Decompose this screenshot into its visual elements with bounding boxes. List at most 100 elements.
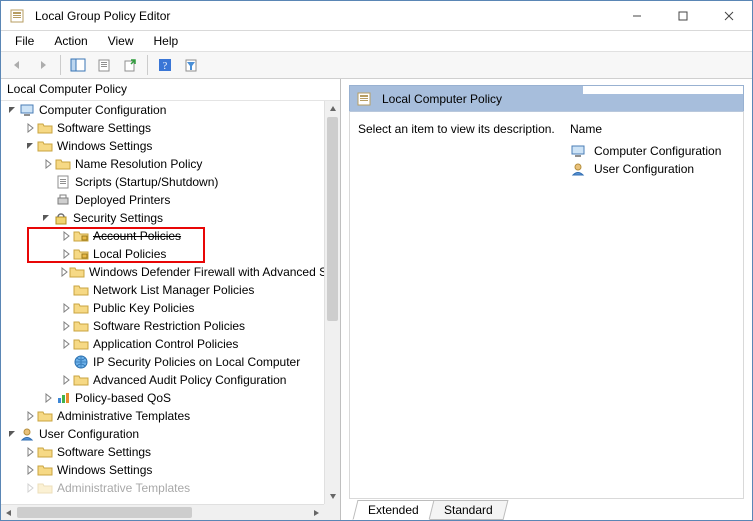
tree-node-qos[interactable]: Policy-based QoS — [39, 389, 324, 407]
user-icon — [19, 426, 35, 442]
tree-label: Local Policies — [93, 247, 166, 261]
expander-closed-icon[interactable] — [41, 157, 55, 171]
tree-label: Administrative Templates — [57, 481, 190, 495]
tree-label: Computer Configuration — [39, 103, 166, 117]
window-title: Local Group Policy Editor — [35, 9, 170, 23]
tree-node-windows-settings[interactable]: Windows Settings — [21, 137, 324, 155]
tree-label: Windows Settings — [57, 463, 152, 477]
expander-closed-icon[interactable] — [59, 337, 73, 351]
tab-extended[interactable]: Extended — [353, 500, 435, 520]
toolbar: ? — [1, 51, 752, 79]
tree-label: Deployed Printers — [75, 193, 170, 207]
tree-node-local-policies[interactable]: Local Policies — [57, 245, 324, 263]
back-button[interactable] — [5, 54, 29, 76]
maximize-button[interactable] — [660, 1, 706, 30]
menu-action[interactable]: Action — [46, 32, 95, 50]
expander-open-icon[interactable] — [5, 427, 19, 441]
tree-node-name-resolution-policy[interactable]: Name Resolution Policy — [39, 155, 324, 173]
tree-node-scripts[interactable]: Scripts (Startup/Shutdown) — [39, 173, 324, 191]
close-button[interactable] — [706, 1, 752, 30]
export-list-button[interactable] — [118, 54, 142, 76]
help-button[interactable]: ? — [153, 54, 177, 76]
tree-label: IP Security Policies on Local Computer — [93, 355, 300, 369]
details-title: Local Computer Policy — [382, 92, 502, 106]
spacer — [41, 193, 55, 207]
list-item-label: User Configuration — [594, 162, 694, 176]
folder-icon — [37, 138, 53, 154]
scroll-left-icon[interactable] — [1, 505, 17, 520]
tree-node-computer-configuration[interactable]: Computer Configuration — [3, 101, 324, 119]
scroll-right-icon[interactable] — [308, 505, 324, 520]
forward-button[interactable] — [31, 54, 55, 76]
details-pane: Local Computer Policy Select an item to … — [341, 79, 752, 520]
security-icon — [53, 210, 69, 226]
menu-file[interactable]: File — [7, 32, 42, 50]
folder-icon — [37, 480, 53, 496]
vertical-scrollbar[interactable] — [324, 101, 340, 504]
expander-closed-icon[interactable] — [59, 247, 73, 261]
tree-node-security-settings[interactable]: Security Settings — [21, 209, 324, 227]
tree-node-user-configuration[interactable]: User Configuration — [3, 425, 324, 443]
scroll-thumb[interactable] — [17, 507, 192, 518]
filter-button[interactable] — [179, 54, 203, 76]
expander-closed-icon[interactable] — [59, 319, 73, 333]
expander-open-icon[interactable] — [23, 139, 37, 153]
expander-closed-icon[interactable] — [23, 445, 37, 459]
console-tree[interactable]: Computer Configuration Software Settings — [1, 101, 324, 504]
folder-icon — [69, 264, 85, 280]
tree-node-public-key[interactable]: Public Key Policies — [57, 299, 324, 317]
scroll-up-icon[interactable] — [325, 101, 340, 117]
expander-open-icon[interactable] — [39, 211, 53, 225]
tree-node-software-settings[interactable]: Software Settings — [21, 119, 324, 137]
folder-icon — [73, 300, 89, 316]
tree-node-audit[interactable]: Advanced Audit Policy Configuration — [57, 371, 324, 389]
properties-button[interactable] — [92, 54, 116, 76]
spacer — [59, 355, 73, 369]
tree-node-deployed-printers[interactable]: Deployed Printers — [39, 191, 324, 209]
tree-label: Security Settings — [73, 211, 163, 225]
console-tree-pane: Local Computer Policy Computer Configura… — [1, 79, 341, 520]
menubar: File Action View Help — [1, 31, 752, 51]
details-header: Local Computer Policy — [349, 85, 744, 111]
show-hide-tree-button[interactable] — [66, 54, 90, 76]
policy-icon — [356, 91, 372, 107]
tree-node-firewall[interactable]: Windows Defender Firewall with Advanced … — [57, 263, 324, 281]
tree-node-admin-templates[interactable]: Administrative Templates — [21, 407, 324, 425]
tree-node-user-admin[interactable]: Administrative Templates — [21, 479, 324, 497]
expander-closed-icon[interactable] — [59, 265, 69, 279]
tab-standard[interactable]: Standard — [428, 500, 508, 520]
tree-node-user-windows[interactable]: Windows Settings — [21, 461, 324, 479]
spacer — [59, 283, 73, 297]
horizontal-scrollbar[interactable] — [1, 504, 324, 520]
expander-closed-icon[interactable] — [41, 391, 55, 405]
expander-closed-icon[interactable] — [23, 121, 37, 135]
scroll-corner — [324, 504, 340, 520]
details-list: Name Computer Configuration User Configu… — [570, 122, 735, 488]
list-item-user-configuration[interactable]: User Configuration — [570, 160, 735, 178]
expander-open-icon[interactable] — [5, 103, 19, 117]
minimize-button[interactable] — [614, 1, 660, 30]
menu-view[interactable]: View — [100, 32, 142, 50]
expander-closed-icon[interactable] — [59, 373, 73, 387]
tree-node-account-policies[interactable]: Account Policies — [57, 227, 324, 245]
chart-icon — [55, 390, 71, 406]
expander-closed-icon[interactable] — [23, 481, 37, 495]
tree-node-user-software[interactable]: Software Settings — [21, 443, 324, 461]
user-icon — [570, 161, 586, 177]
tree-node-acp[interactable]: Application Control Policies — [57, 335, 324, 353]
description-text: Select an item to view its description. — [358, 122, 558, 488]
expander-closed-icon[interactable] — [59, 229, 73, 243]
menu-help[interactable]: Help — [146, 32, 187, 50]
folder-icon — [73, 282, 89, 298]
scroll-down-icon[interactable] — [325, 488, 340, 504]
expander-closed-icon[interactable] — [23, 409, 37, 423]
expander-closed-icon[interactable] — [59, 301, 73, 315]
tree-node-srp[interactable]: Software Restriction Policies — [57, 317, 324, 335]
column-header-name[interactable]: Name — [570, 122, 735, 136]
expander-closed-icon[interactable] — [23, 463, 37, 477]
folder-icon — [37, 462, 53, 478]
tree-node-ipsec[interactable]: IP Security Policies on Local Computer — [57, 353, 324, 371]
tree-node-network-list[interactable]: Network List Manager Policies — [57, 281, 324, 299]
list-item-computer-configuration[interactable]: Computer Configuration — [570, 142, 735, 160]
scroll-thumb[interactable] — [327, 117, 338, 321]
